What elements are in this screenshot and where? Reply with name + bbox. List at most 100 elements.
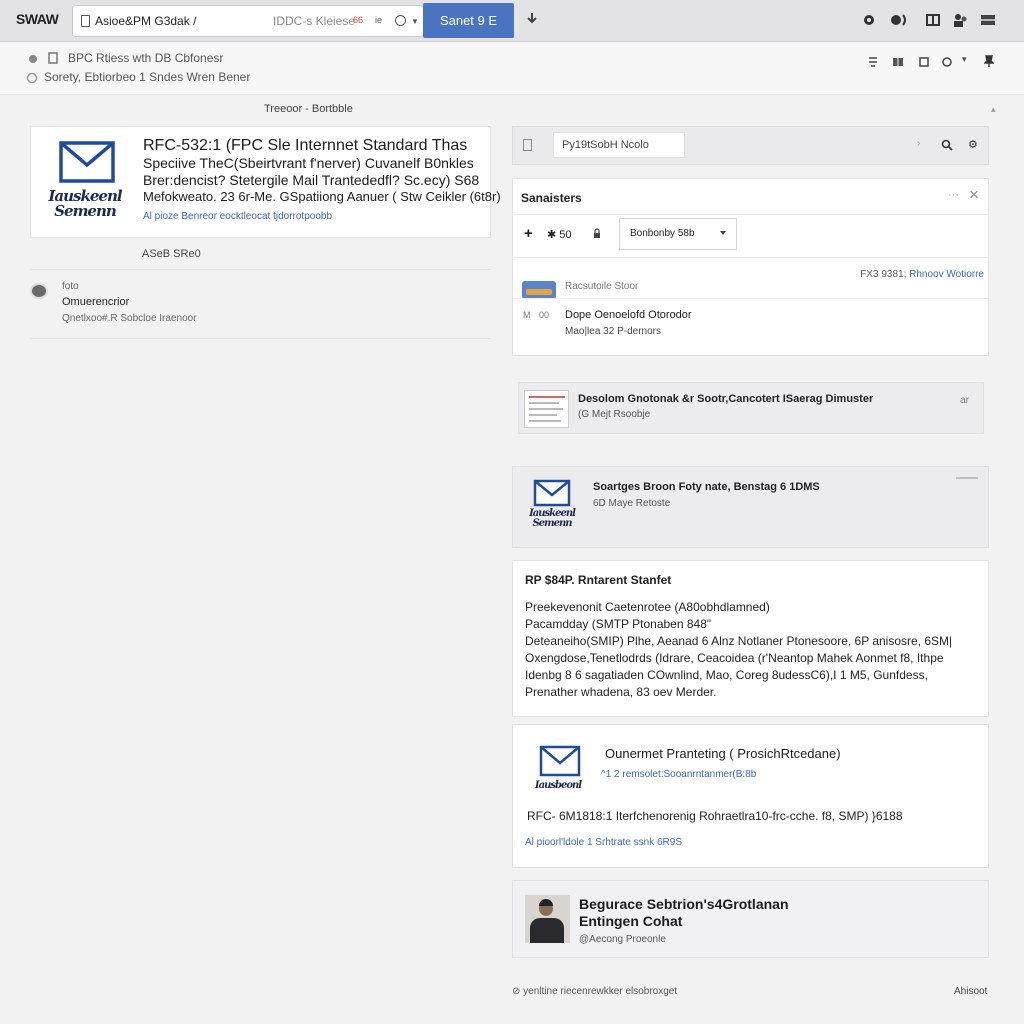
result-card[interactable]: Iauskeenl Semenn Soartges Broon Foty nat… (512, 466, 989, 548)
chevron-down-icon[interactable]: ▼ (411, 17, 419, 26)
footer-note[interactable]: ⊘ yenltine riecenrewkker elsobroxget (512, 986, 677, 997)
address-bar[interactable]: Asioe&PM G3dak / IDDC-s Kleiese 66 ie ▼ (72, 5, 424, 37)
address-value: Asioe&PM G3dak (95, 14, 190, 28)
address-extra: IDDC-s Kleiese (273, 14, 356, 28)
result-card[interactable]: Desolom Gnotonak &r Sootr,Cancotert ISae… (518, 382, 984, 434)
panel-row-link[interactable]: Rhnoov Wotiorre (909, 269, 984, 280)
address-separator: / (193, 14, 197, 28)
grid-icon[interactable] (926, 13, 940, 27)
list-item-subtitle: Qnetlxoo#.R Sobcloe Iraenoor (62, 313, 197, 324)
pin-icon[interactable] (984, 55, 994, 67)
settings-icon[interactable] (941, 56, 953, 68)
result-title[interactable]: RFC-532:1 (FPC Sle Internnet Standard Th… (143, 137, 467, 155)
arrow-icon[interactable]: › (917, 138, 920, 149)
panel-control-value: 50 (559, 229, 572, 241)
divider (30, 269, 491, 270)
address-badge-1: 66 (353, 15, 364, 25)
thumbnail-line (529, 408, 563, 410)
sort-select[interactable]: Bonbonby 58b (619, 218, 737, 250)
result-subtitle: 6D Maye Retoste (593, 498, 671, 509)
profile-handle: @Aecong Proeonle (579, 934, 666, 945)
summary-line: Preekevenonit Caetenrotee (A80obhdlamned… (525, 600, 770, 614)
thumbnail-line (529, 396, 565, 398)
chevron-down-icon (720, 231, 726, 235)
panel-row-title[interactable]: Dope Oenoelofd Otorodor (565, 309, 692, 321)
profile-title[interactable]: Entingen Cohat (579, 913, 682, 929)
record-icon[interactable] (862, 13, 876, 27)
footer-link[interactable]: Ahisoot (954, 986, 987, 997)
summary-title: RP $84P. Rntarent Stanfet (525, 573, 672, 587)
status-circle-icon (395, 15, 406, 26)
chevron-down-icon[interactable]: ▾ (962, 54, 967, 65)
group-label: ASeB SRe0 (142, 248, 201, 260)
panel-control[interactable]: ✱ 50 (547, 228, 572, 241)
document-icon (81, 15, 90, 27)
document-icon (523, 139, 532, 151)
panel-row-index: 00 (539, 310, 550, 320)
list-item-meta: foto (62, 281, 79, 292)
menu-icon[interactable] (980, 13, 995, 27)
app-brand[interactable]: SWAW (16, 11, 59, 27)
user-icon[interactable] (952, 13, 967, 27)
divider (513, 214, 988, 215)
profile-card[interactable]: Begurace Sebtrion's4Grotlanan Entingen C… (512, 880, 989, 958)
side-search-input[interactable]: Py19tSobH Ncolo (553, 132, 685, 158)
column-icon[interactable] (919, 56, 929, 68)
brand-logo: Iauskeenl Semenn (48, 187, 122, 220)
document-thumbnail (524, 390, 569, 428)
envelope-icon (539, 745, 581, 777)
list-item-title[interactable]: Omuerencrior (62, 296, 129, 308)
result-title[interactable]: Desolom Gnotonak &r Sootr,Cancotert ISae… (578, 393, 873, 405)
lock-icon[interactable] (593, 228, 601, 239)
summary-line: Oxengdose,Tenetlodrds (Idrare, Ceacoidea… (525, 651, 944, 665)
search-button[interactable]: Sanet 9 E (423, 3, 514, 38)
result-snippet: RFC- 6M1818:1 Iterfchenorenig Rohraetlra… (527, 809, 903, 823)
panel-row-label[interactable]: Racsutoile Stoor (565, 281, 638, 292)
panel-row-meta-prefix: FX3 9381; (860, 269, 907, 280)
drag-handle[interactable] (956, 477, 978, 479)
result-card-main[interactable]: Iauskeenl Semenn RFC-532:1 (FPC Sle Inte… (30, 126, 501, 238)
brand-logo: Iausbeonl (534, 780, 582, 791)
summary-line: Deteaneiho(SMIP) Plhe, Aeanad 6 Alnz Not… (525, 634, 953, 648)
breadcrumb-subtitle: Sorety, Ebtiorbeo 1 Sndes Wren Bener (44, 70, 251, 84)
summary-card: RP $84P. Rntarent Stanfet Preekevenonit … (512, 560, 989, 717)
avatar[interactable] (30, 283, 48, 299)
sound-icon[interactable] (890, 13, 906, 27)
thumbnail[interactable] (522, 281, 556, 299)
gear-icon[interactable]: ⚙ (968, 138, 978, 151)
result-link[interactable]: Al pioorl'ldole 1 Srhtrate ssnk 6R9S (525, 837, 682, 848)
divider (513, 257, 988, 258)
panel-row-subtitle: Mao|lea 32 P-dernors (565, 326, 661, 337)
brand-logo: Iauskeenl Semenn (529, 508, 576, 529)
summary-line: Idenbg 8 6 sagatiaden COwnlind, Mao, Cor… (525, 668, 928, 682)
plus-icon[interactable]: + (524, 225, 533, 242)
result-subtitle[interactable]: ^1 2 remsolet:Sooanrntanmer(B:8b (601, 769, 756, 780)
download-icon[interactable] (526, 12, 538, 26)
result-title[interactable]: Ounermet Pranteting ( ProsichRtcedane) (605, 746, 841, 761)
summary-line: Prenather whadena, 83 oev Merder. (525, 685, 717, 699)
result-side-label: ar (960, 395, 969, 406)
panel-title: Sanaisters (521, 191, 582, 205)
document-icon[interactable] (48, 52, 58, 64)
envelope-icon (533, 479, 571, 507)
filter-panel: Sanaisters ··· × + ✱ 50 Bonbonby 58b FX3… (512, 178, 989, 356)
summary-line: Pacamdday (SMTP Ptonaben 848" (525, 617, 712, 631)
result-line: Mefokweato. 23 6r-Me. GSpatiiong Aanuer … (143, 189, 501, 204)
search-icon[interactable] (941, 139, 953, 151)
breadcrumb[interactable]: BPC Rtiess wth DB Cbfonesr (68, 51, 223, 65)
filter-icon[interactable] (868, 56, 878, 68)
divider (513, 298, 988, 299)
result-link[interactable]: Al pioze Benreor eocktleocat tjdorrotpoo… (143, 211, 332, 222)
result-title[interactable]: Soartges Broon Foty nate, Benstag 6 1DMS (593, 481, 820, 493)
address-text: Asioe&PM G3dak / (95, 14, 196, 28)
dot-icon (28, 54, 38, 64)
more-icon[interactable]: ··· (948, 189, 959, 201)
profile-title[interactable]: Begurace Sebtrion's4Grotlanan (579, 896, 789, 912)
result-card[interactable]: Iausbeonl Ounermet Pranteting ( ProsichR… (512, 724, 989, 868)
sort-select-value: Bonbonby 58b (630, 228, 695, 239)
table-icon[interactable] (892, 56, 904, 68)
panel-row-meta: FX3 9381; Rhnoov Wotiorre (860, 269, 984, 280)
close-icon[interactable]: × (969, 185, 979, 205)
result-line: Speciive TheC(Sbeirtvrant f'nerver) Cuva… (143, 155, 474, 171)
profile-photo[interactable] (525, 895, 570, 943)
